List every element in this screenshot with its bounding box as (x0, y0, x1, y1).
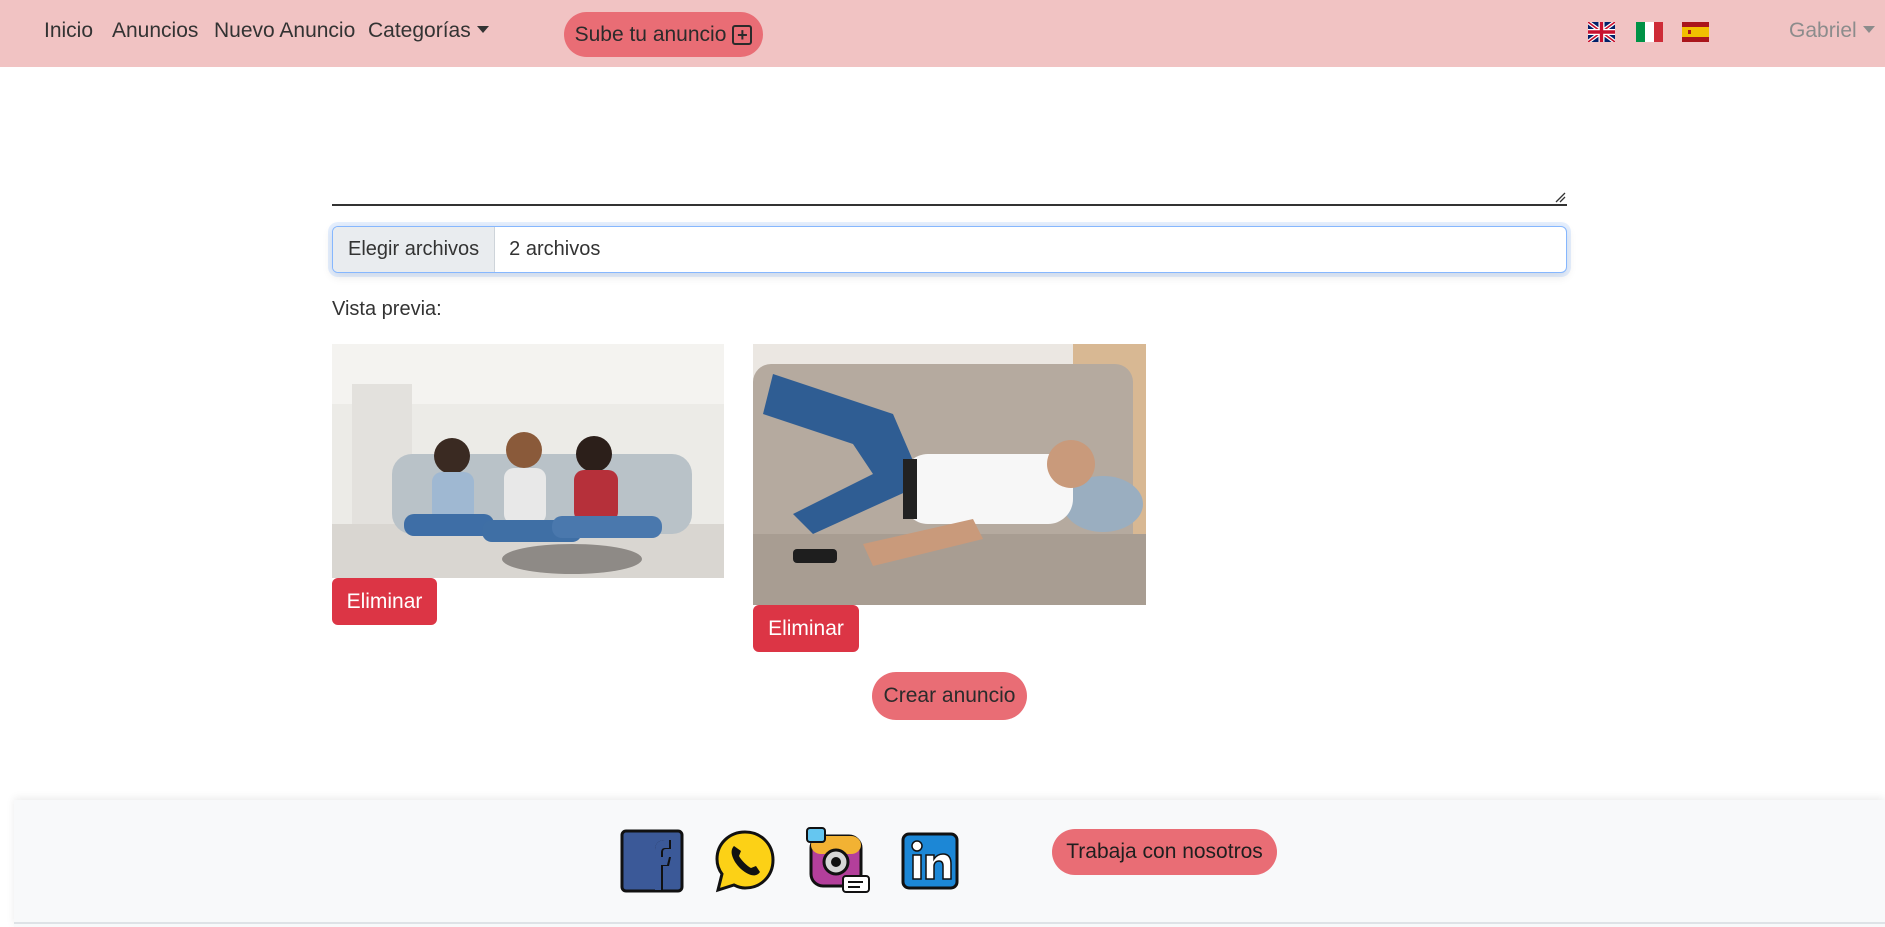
work-with-us-button[interactable]: Trabaja con nosotros (1052, 829, 1277, 875)
nav-dropdown-categorias[interactable]: Categorías (368, 19, 489, 43)
chevron-down-icon (1862, 26, 1875, 34)
upload-ad-button[interactable]: Sube tu anuncio + (564, 12, 763, 57)
nav-dropdown-label: Categorías (368, 19, 471, 42)
nav-link-anuncios[interactable]: Anuncios (112, 19, 198, 43)
create-ad-button[interactable]: Crear anuncio (872, 672, 1027, 720)
delete-preview-button[interactable]: Eliminar (753, 605, 859, 652)
chevron-down-icon (476, 26, 489, 34)
plus-square-icon: + (732, 24, 753, 45)
user-menu[interactable]: Gabriel (1789, 19, 1875, 43)
spanish-flag-icon[interactable] (1682, 22, 1709, 42)
preview-label: Vista previa: (332, 298, 442, 320)
instagram-icon[interactable] (805, 826, 871, 893)
linkedin-icon[interactable] (900, 831, 966, 897)
english-flag-icon[interactable] (1588, 22, 1615, 42)
italian-flag-icon[interactable] (1636, 22, 1663, 42)
resize-handle-icon[interactable] (1554, 191, 1566, 203)
description-textarea[interactable] (332, 70, 1567, 206)
preview-image (332, 344, 724, 578)
footer-divider (14, 922, 1885, 924)
file-input[interactable]: Elegir archivos 2 archivos (332, 226, 1567, 273)
navbar: Inicio Anuncios Nuevo Anuncio Categorías… (0, 0, 1885, 67)
nav-link-nuevo-anuncio[interactable]: Nuevo Anuncio (214, 19, 355, 43)
nav-link-inicio[interactable]: Inicio (44, 19, 93, 43)
user-name: Gabriel (1789, 19, 1857, 42)
choose-files-button[interactable]: Elegir archivos (333, 227, 496, 272)
delete-preview-button[interactable]: Eliminar (332, 578, 437, 625)
file-status: 2 archivos (509, 238, 601, 260)
facebook-icon[interactable] (619, 828, 685, 894)
whatsapp-icon[interactable] (712, 828, 778, 894)
preview-image (753, 344, 1146, 605)
upload-ad-label: Sube tu anuncio (574, 22, 727, 46)
